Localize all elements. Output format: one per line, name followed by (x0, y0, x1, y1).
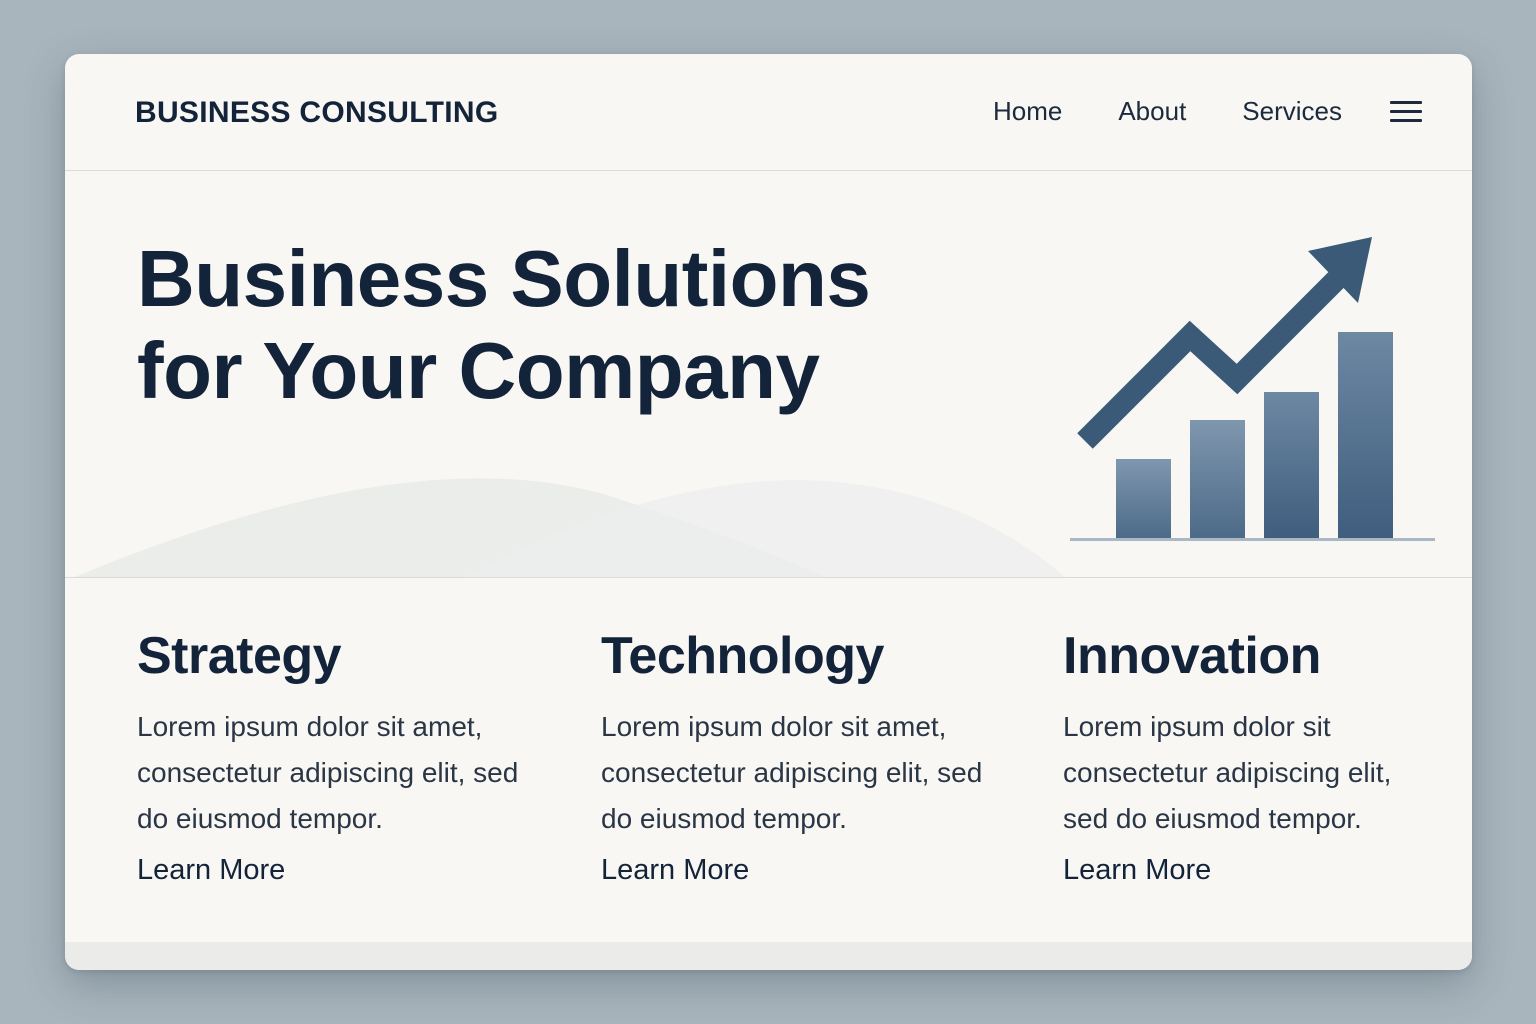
learn-more-link[interactable]: Learn More (1063, 854, 1211, 887)
hero-section: Business Solutions for Your Company (65, 171, 1472, 578)
feature-title: Innovation (1063, 627, 1321, 685)
learn-more-link[interactable]: Learn More (137, 854, 285, 887)
features-section: Strategy Lorem ipsum dolor sit amet, con… (65, 578, 1472, 942)
feature-description: Lorem ipsum dolor sit amet, consectetur … (601, 711, 983, 834)
feature-title: Technology (601, 627, 884, 685)
nav-link-about[interactable]: About (1118, 96, 1186, 127)
main-nav: Home About Services (993, 96, 1422, 127)
brand-logo-text[interactable]: BUSINESS CONSULTING (135, 96, 499, 130)
footer-strip (65, 942, 1472, 970)
feature-description: Lorem ipsum dolor sit amet, consectetur … (137, 711, 519, 834)
site-header: BUSINESS CONSULTING Home About Services (65, 54, 1472, 171)
chart-bar-1 (1116, 459, 1171, 539)
learn-more-link[interactable]: Learn More (601, 854, 749, 887)
hero-title: Business Solutions for Your Company (137, 233, 957, 417)
feature-card-strategy: Strategy Lorem ipsum dolor sit amet, con… (137, 626, 537, 887)
hero-title-line1: Business Solutions (137, 234, 871, 323)
chart-bar-4 (1338, 332, 1393, 539)
hero-title-line2: for Your Company (137, 326, 820, 415)
growth-chart-icon (1070, 237, 1435, 541)
feature-title: Strategy (137, 627, 342, 685)
chart-bar-3 (1264, 392, 1319, 539)
nav-link-home[interactable]: Home (993, 96, 1062, 127)
feature-description: Lorem ipsum dolor sit consectetur adipis… (1063, 711, 1392, 834)
page-window: BUSINESS CONSULTING Home About Services … (65, 54, 1472, 970)
nav-link-services[interactable]: Services (1242, 96, 1342, 127)
hamburger-menu-icon[interactable] (1390, 100, 1422, 123)
feature-card-innovation: Innovation Lorem ipsum dolor sit consect… (1063, 626, 1443, 887)
feature-card-technology: Technology Lorem ipsum dolor sit amet, c… (601, 626, 1001, 887)
chart-bar-2 (1190, 420, 1245, 539)
